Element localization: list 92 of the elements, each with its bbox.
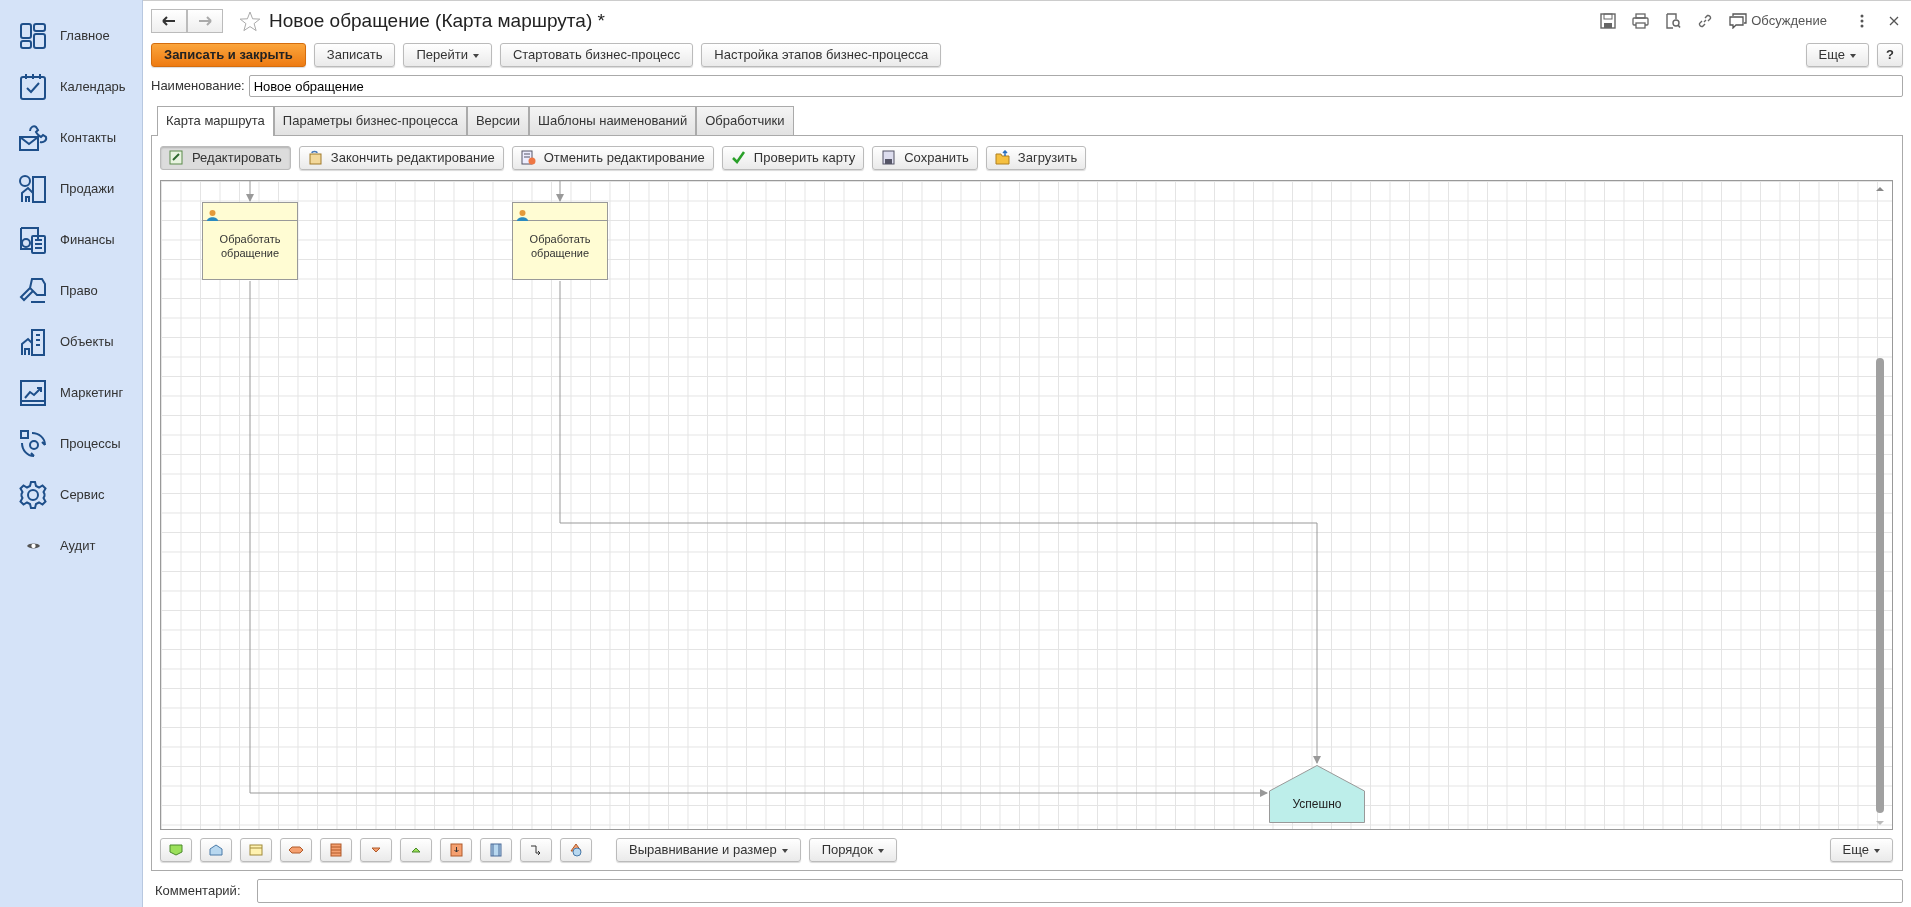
comment-field[interactable] bbox=[256, 879, 1903, 903]
gavel-icon bbox=[18, 275, 48, 306]
shape-tool-button[interactable] bbox=[320, 838, 352, 862]
map-toolbar-button[interactable]: Отменить редактирование bbox=[511, 145, 714, 170]
discussion-button[interactable]: Обсуждение bbox=[1729, 11, 1827, 31]
sidebar-label[interactable]: Аудит bbox=[60, 535, 96, 556]
person-icon bbox=[517, 209, 528, 222]
tab[interactable]: Шаблоны наименований bbox=[529, 106, 697, 135]
sheet-cancel-icon bbox=[520, 150, 536, 165]
star-icon[interactable] bbox=[239, 10, 261, 32]
sidebar-label[interactable]: Финансы bbox=[60, 229, 115, 250]
down-arrow-box-icon bbox=[448, 842, 464, 858]
pencil-sheet-icon bbox=[169, 150, 184, 165]
printer-icon[interactable] bbox=[1632, 13, 1650, 29]
calculator-icon bbox=[18, 224, 48, 255]
toolbar-button[interactable]: Записать bbox=[313, 43, 396, 67]
shape-tool-button[interactable] bbox=[560, 838, 592, 862]
shape-tool-button[interactable] bbox=[400, 838, 432, 862]
map-toolbar-button[interactable]: Сохранить bbox=[872, 145, 978, 170]
folder-arrow-icon bbox=[994, 150, 1010, 165]
preview-icon[interactable] bbox=[1665, 13, 1682, 29]
link-icon[interactable] bbox=[1697, 13, 1714, 29]
toolbar-button[interactable]: Настройка этапов бизнес-процесса bbox=[701, 43, 942, 67]
tab[interactable]: Параметры бизнес-процесса bbox=[273, 106, 467, 135]
task-node[interactable]: Обработать обращение bbox=[512, 201, 608, 280]
name-field[interactable]: Новое обращение bbox=[248, 75, 1903, 97]
shapes-icon bbox=[568, 842, 584, 858]
sidebar-label[interactable]: Сервис bbox=[60, 484, 105, 505]
shape-tool-button[interactable] bbox=[440, 838, 472, 862]
person-icon bbox=[207, 209, 218, 222]
shape-tool-button[interactable] bbox=[360, 838, 392, 862]
shape-tool-button[interactable] bbox=[160, 838, 192, 862]
tab[interactable]: Обработчики bbox=[696, 106, 794, 135]
save-and-close-button[interactable]: Записать и закрыть bbox=[151, 43, 306, 67]
pennant-icon bbox=[168, 842, 184, 858]
task-node[interactable]: Обработать обращение bbox=[202, 201, 298, 280]
gear-icon bbox=[18, 479, 48, 510]
menu-button[interactable]: Выравнивание и размер bbox=[616, 838, 801, 862]
cycle-gear-icon bbox=[18, 428, 48, 459]
map-toolbar-button[interactable]: Редактировать bbox=[160, 145, 291, 170]
more-vertical-icon[interactable] bbox=[1859, 14, 1865, 28]
window-title: Новое обращение (Карта маршрута) * bbox=[269, 8, 605, 33]
shape-tool-button[interactable] bbox=[240, 838, 272, 862]
back-button[interactable] bbox=[151, 9, 187, 33]
end-node[interactable]: Успешно bbox=[1269, 764, 1365, 823]
tab[interactable]: Версии bbox=[466, 106, 530, 135]
sidebar-label[interactable]: Право bbox=[60, 280, 98, 301]
column-icon bbox=[488, 842, 504, 858]
comment-label: Комментарий: bbox=[155, 882, 241, 901]
tab[interactable]: Карта маршрута bbox=[157, 106, 274, 136]
speech-bubbles-icon bbox=[1729, 13, 1748, 29]
name-label: Наименование: bbox=[151, 77, 245, 96]
shape-tool-button[interactable] bbox=[520, 838, 552, 862]
scroll-up-icon[interactable] bbox=[1874, 184, 1886, 193]
phone-envelope-icon bbox=[18, 122, 48, 153]
floppy-icon bbox=[881, 150, 897, 165]
sidebar-label[interactable]: Маркетинг bbox=[60, 382, 124, 403]
sidebar-label[interactable]: Процессы bbox=[60, 433, 121, 454]
map-toolbar-button[interactable]: Закончить редактирование bbox=[298, 145, 504, 170]
building-icon bbox=[18, 326, 48, 357]
sidebar-label[interactable]: Контакты bbox=[60, 127, 117, 148]
stack-icon bbox=[328, 842, 344, 858]
menu-button[interactable]: Порядок bbox=[808, 838, 897, 862]
scroll-down-icon[interactable] bbox=[1874, 819, 1886, 827]
map-toolbar-button[interactable]: Проверить карту bbox=[721, 145, 865, 170]
calendar-icon bbox=[18, 71, 48, 102]
right-arrow-icon bbox=[198, 16, 212, 26]
shape-tool-button[interactable] bbox=[480, 838, 512, 862]
left-arrow-icon bbox=[162, 16, 176, 26]
check-icon bbox=[730, 150, 746, 165]
save-icon[interactable] bbox=[1600, 13, 1617, 29]
help-button[interactable]: ? bbox=[1877, 43, 1903, 67]
chart-icon bbox=[18, 377, 48, 408]
toolbar-button[interactable]: Стартовать бизнес-процесс bbox=[499, 43, 694, 67]
house-shape-icon bbox=[208, 842, 224, 858]
node-text: Обработать обращение bbox=[218, 231, 282, 260]
toolbar-button[interactable]: Перейти bbox=[403, 43, 492, 67]
sidebar-label[interactable]: Продажи bbox=[60, 178, 115, 199]
sidebar-label[interactable]: Главное bbox=[60, 25, 110, 46]
window-shape-icon bbox=[248, 842, 264, 858]
map-toolbar-button[interactable]: Загрузить bbox=[985, 145, 1087, 170]
sidebar-label[interactable]: Календарь bbox=[60, 76, 126, 97]
buildings-icon bbox=[18, 173, 48, 204]
shape-tool-button[interactable] bbox=[200, 838, 232, 862]
shape-tool-button[interactable] bbox=[280, 838, 312, 862]
node-text: Обработать обращение bbox=[528, 231, 592, 260]
eye-icon bbox=[27, 542, 40, 549]
sidebar-label[interactable]: Объекты bbox=[60, 331, 114, 352]
more-button[interactable]: Еще bbox=[1829, 838, 1893, 862]
dashboard-icon bbox=[18, 20, 48, 51]
more-button[interactable]: Еще bbox=[1805, 43, 1870, 67]
close-icon[interactable] bbox=[1889, 16, 1899, 26]
